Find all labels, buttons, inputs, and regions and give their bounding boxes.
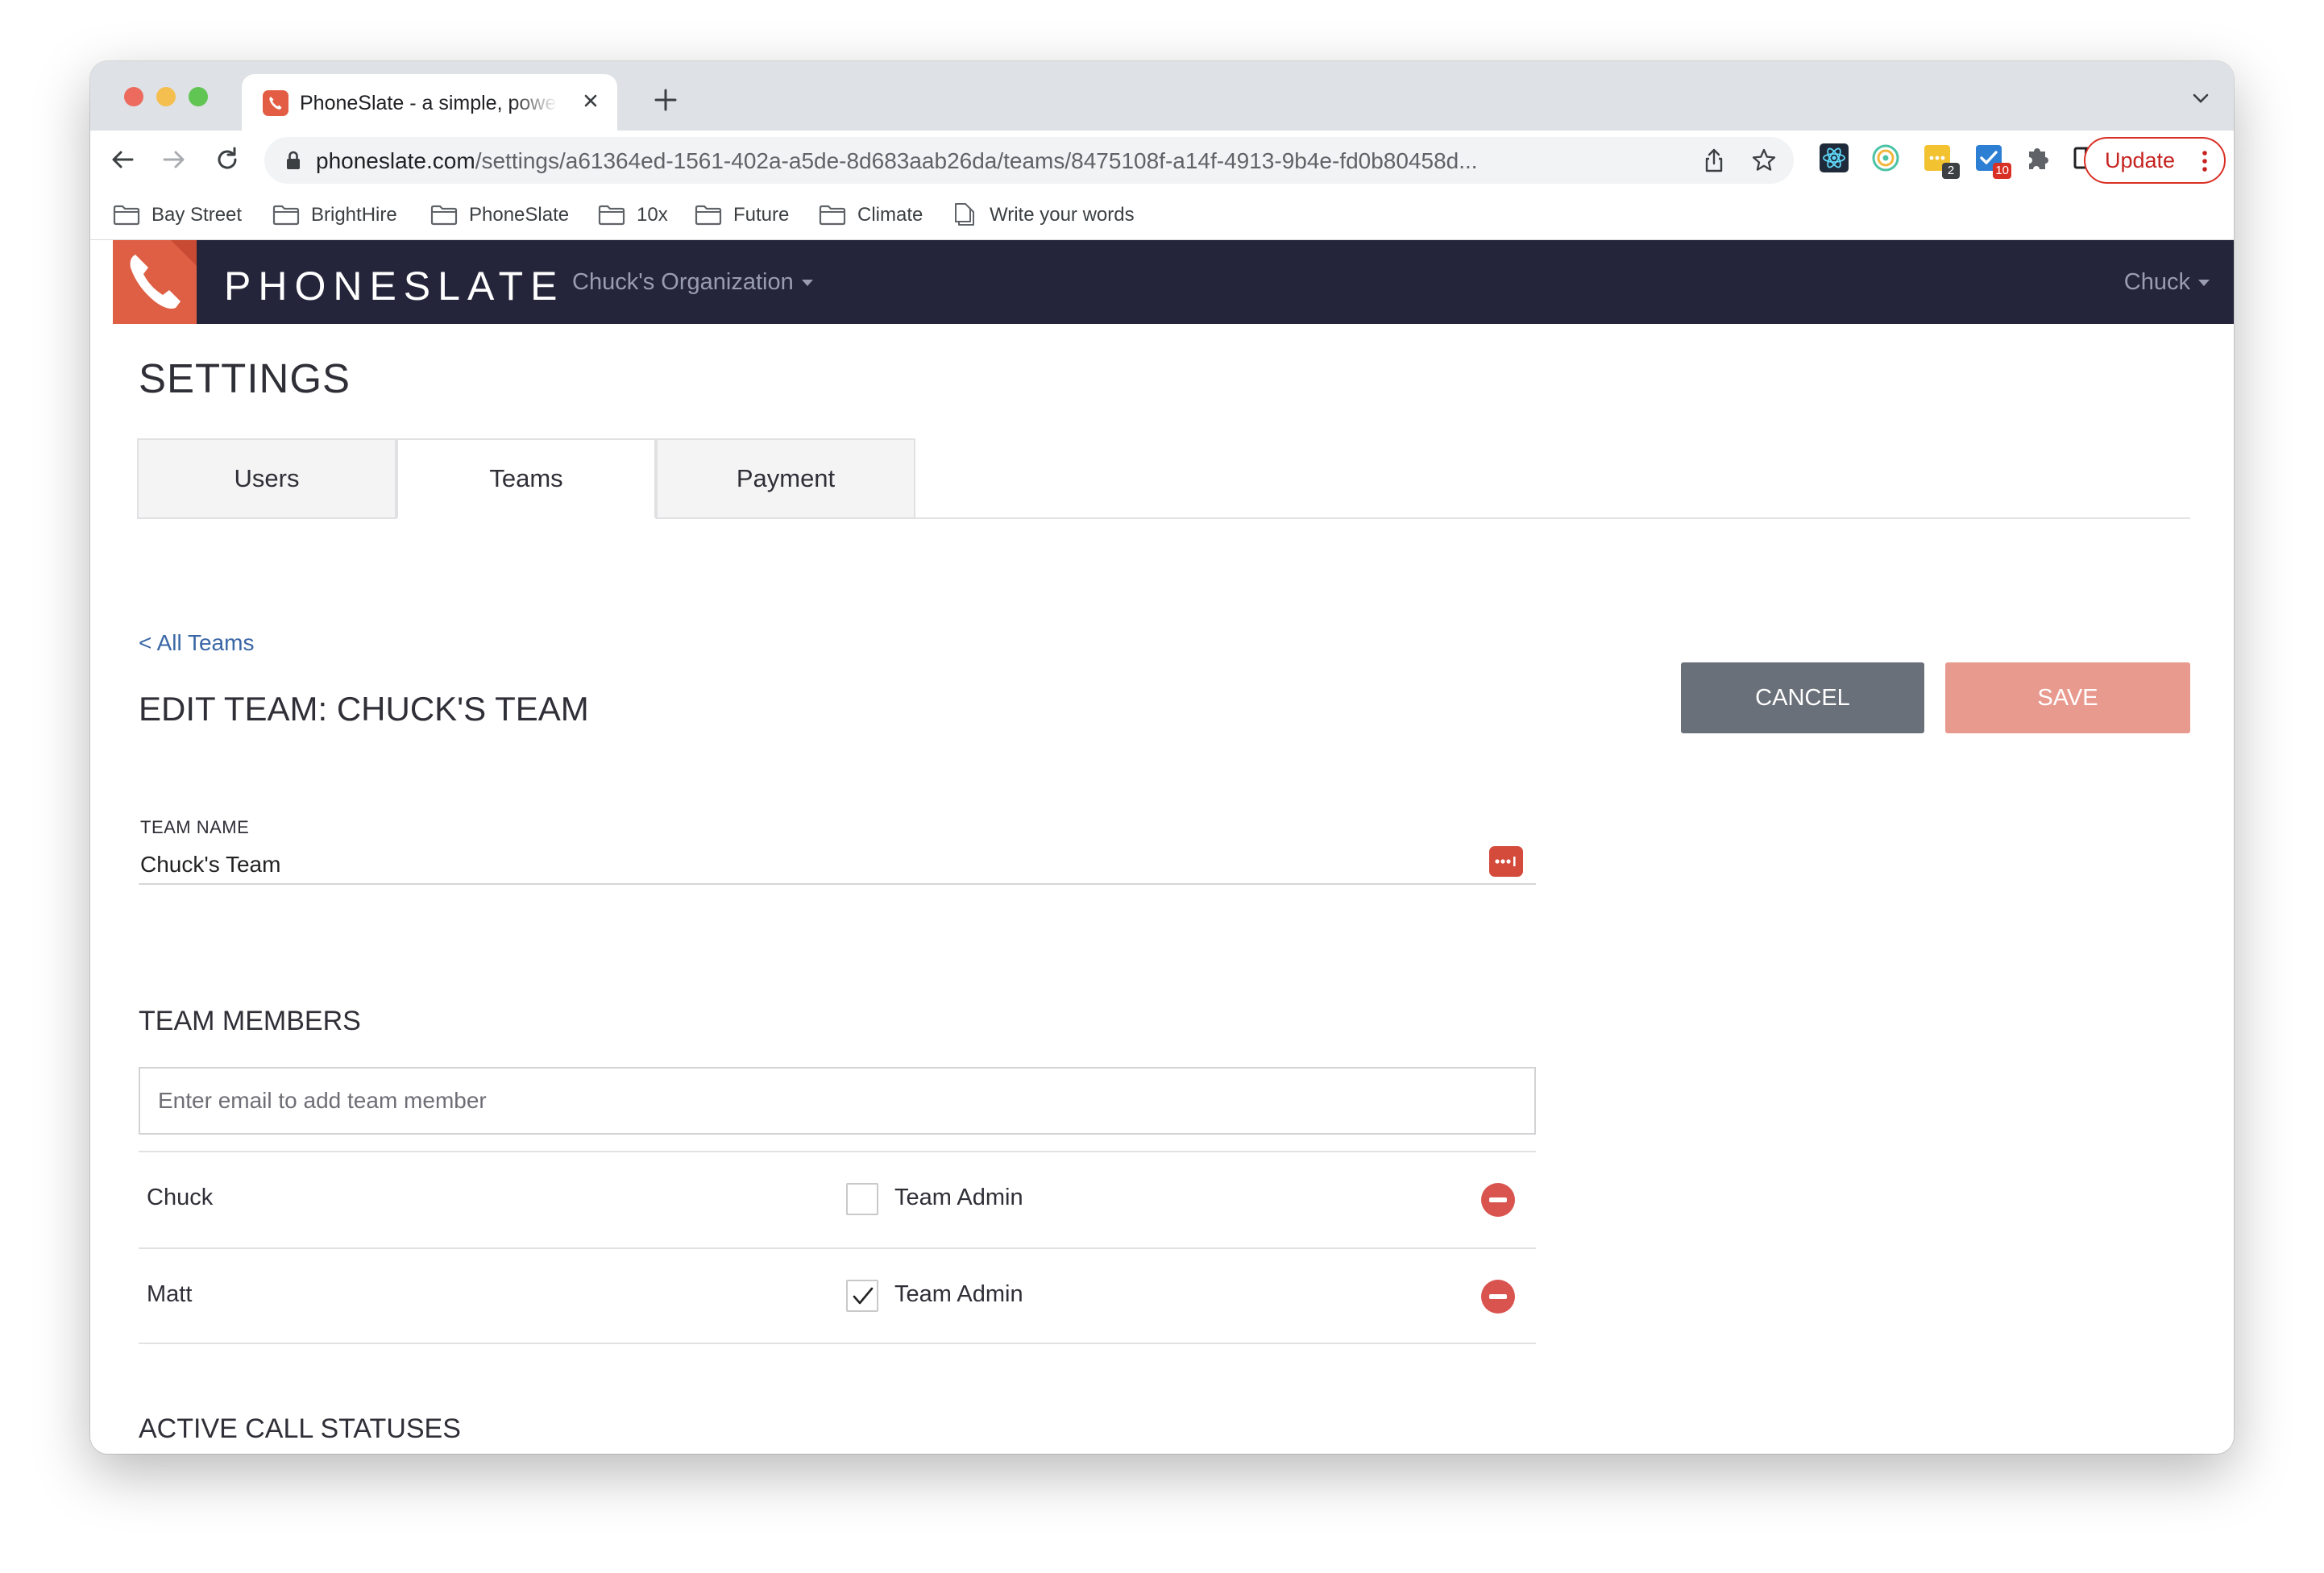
url-host: phoneslate.com bbox=[316, 148, 475, 173]
organization-name: Chuck's Organization bbox=[572, 269, 794, 295]
browser-tab-active[interactable]: PhoneSlate - a simple, powerful bbox=[242, 74, 617, 131]
forward-arrow-icon[interactable] bbox=[158, 143, 190, 176]
page-title: SETTINGS bbox=[139, 355, 351, 401]
update-button[interactable]: Update bbox=[2084, 137, 2226, 184]
circle-extension-icon[interactable] bbox=[1870, 142, 1902, 174]
all-teams-link[interactable]: < All Teams bbox=[139, 630, 254, 656]
notes-extension-icon[interactable]: 2 bbox=[1921, 142, 1960, 179]
new-tab-icon[interactable] bbox=[651, 85, 680, 114]
team-admin-checkbox[interactable] bbox=[846, 1183, 878, 1215]
lock-icon[interactable] bbox=[285, 150, 301, 171]
bookmark-bay-street[interactable]: Bay Street bbox=[113, 201, 242, 229]
folder-icon bbox=[695, 205, 722, 226]
save-button[interactable]: SAVE bbox=[1945, 662, 2190, 733]
team-member-row: Chuck Team Admin bbox=[139, 1151, 1536, 1247]
cancel-button[interactable]: CANCEL bbox=[1681, 662, 1924, 733]
bookmark-label: PhoneSlate bbox=[469, 204, 570, 226]
bookmark-label: 10x bbox=[637, 204, 668, 226]
edit-team-title: EDIT TEAM: CHUCK'S TEAM bbox=[139, 690, 589, 728]
bookmarks-bar: Bay Street BrightHire PhoneSlate 10x Fut… bbox=[90, 190, 2234, 240]
app-header: PHONESLATE Chuck's Organization Chuck bbox=[113, 240, 2234, 324]
team-admin-checkbox[interactable] bbox=[846, 1280, 878, 1312]
browser-window: PhoneSlate - a simple, powerful phonesla… bbox=[90, 61, 2234, 1454]
url-text: phoneslate.com/settings/a61364ed-1561-40… bbox=[316, 148, 1686, 174]
organization-switcher[interactable]: Chuck's Organization bbox=[572, 269, 813, 296]
tasks-extension-badge: 10 bbox=[1993, 163, 2011, 179]
bookmark-label: BrightHire bbox=[311, 204, 397, 226]
url-path: /settings/a61364ed-1561-402a-a5de-8d683a… bbox=[475, 148, 1478, 173]
bookmark-brighthire[interactable]: BrightHire bbox=[272, 201, 397, 229]
member-name: Chuck bbox=[147, 1185, 214, 1210]
password-manager-icon[interactable] bbox=[1489, 846, 1523, 877]
bookmark-label: Future bbox=[733, 204, 790, 226]
bookmark-future[interactable]: Future bbox=[695, 201, 789, 229]
folder-icon bbox=[819, 205, 846, 226]
reload-icon[interactable] bbox=[211, 143, 243, 176]
minimize-window-button[interactable] bbox=[156, 87, 176, 106]
page-icon bbox=[955, 203, 974, 226]
brand-name: PHONESLATE bbox=[224, 264, 565, 309]
settings-page: SETTINGS Users Teams Payment < All Teams… bbox=[90, 324, 2234, 1454]
folder-icon bbox=[113, 205, 140, 226]
minus-icon bbox=[1489, 1197, 1507, 1202]
back-arrow-icon[interactable] bbox=[106, 143, 139, 176]
active-call-statuses-title: ACTIVE CALL STATUSES bbox=[139, 1413, 461, 1444]
close-window-button[interactable] bbox=[124, 87, 143, 106]
team-member-row: Matt Team Admin bbox=[139, 1247, 1536, 1344]
tab-users[interactable]: Users bbox=[137, 438, 396, 519]
bookmark-10x[interactable]: 10x bbox=[598, 201, 668, 229]
folder-icon bbox=[598, 205, 625, 226]
address-bar[interactable]: phoneslate.com/settings/a61364ed-1561-40… bbox=[264, 137, 1794, 184]
member-name: Matt bbox=[147, 1281, 193, 1307]
puzzle-icon[interactable] bbox=[2024, 142, 2052, 174]
user-name: Chuck bbox=[2123, 269, 2190, 295]
bookmark-label: Write your words bbox=[990, 204, 1135, 226]
caret-down-icon bbox=[801, 280, 813, 287]
close-tab-icon[interactable] bbox=[579, 89, 603, 113]
team-name-label: TEAM NAME bbox=[140, 817, 250, 837]
remove-member-button[interactable] bbox=[1481, 1183, 1515, 1217]
share-icon[interactable] bbox=[1700, 147, 1728, 174]
tab-search-chevron-icon[interactable] bbox=[2190, 90, 2211, 106]
team-admin-label: Team Admin bbox=[894, 1185, 1023, 1210]
settings-tabs: Users Teams Payment bbox=[137, 438, 2190, 519]
bookmark-label: Bay Street bbox=[151, 204, 243, 226]
more-menu-icon bbox=[2202, 151, 2207, 172]
tab-payment[interactable]: Payment bbox=[656, 438, 915, 519]
user-menu[interactable]: Chuck bbox=[2124, 269, 2210, 296]
checkmark-icon bbox=[853, 1287, 874, 1305]
add-member-email-input[interactable] bbox=[139, 1067, 1536, 1135]
phoneslate-favicon-icon bbox=[263, 90, 288, 116]
folder-icon bbox=[430, 205, 458, 226]
caret-down-icon bbox=[2198, 280, 2210, 287]
bookmark-climate[interactable]: Climate bbox=[819, 201, 923, 229]
tab-teams[interactable]: Teams bbox=[396, 438, 656, 519]
bookmark-star-icon[interactable] bbox=[1750, 147, 1778, 174]
react-devtools-icon[interactable] bbox=[1818, 142, 1850, 174]
bookmark-phoneslate[interactable]: PhoneSlate bbox=[430, 201, 569, 229]
bookmark-write-your-words[interactable]: Write your words bbox=[954, 201, 1135, 229]
remove-member-button[interactable] bbox=[1481, 1280, 1515, 1314]
folder-icon bbox=[272, 205, 300, 226]
tab-strip: PhoneSlate - a simple, powerful bbox=[90, 61, 2234, 131]
minus-icon bbox=[1489, 1294, 1507, 1299]
update-label: Update bbox=[2105, 148, 2176, 172]
browser-toolbar: phoneslate.com/settings/a61364ed-1561-40… bbox=[90, 131, 2234, 190]
team-name-input[interactable] bbox=[139, 845, 1536, 885]
tasks-extension-icon[interactable]: 10 bbox=[1973, 142, 2011, 179]
bookmark-label: Climate bbox=[857, 204, 923, 226]
team-admin-label: Team Admin bbox=[894, 1281, 1023, 1307]
zoom-window-button[interactable] bbox=[189, 87, 208, 106]
team-members-title: TEAM MEMBERS bbox=[139, 1006, 361, 1036]
notes-extension-badge: 2 bbox=[1942, 163, 1960, 179]
tab-title: PhoneSlate - a simple, powerful bbox=[300, 92, 558, 114]
phoneslate-logo-icon[interactable] bbox=[113, 240, 197, 324]
